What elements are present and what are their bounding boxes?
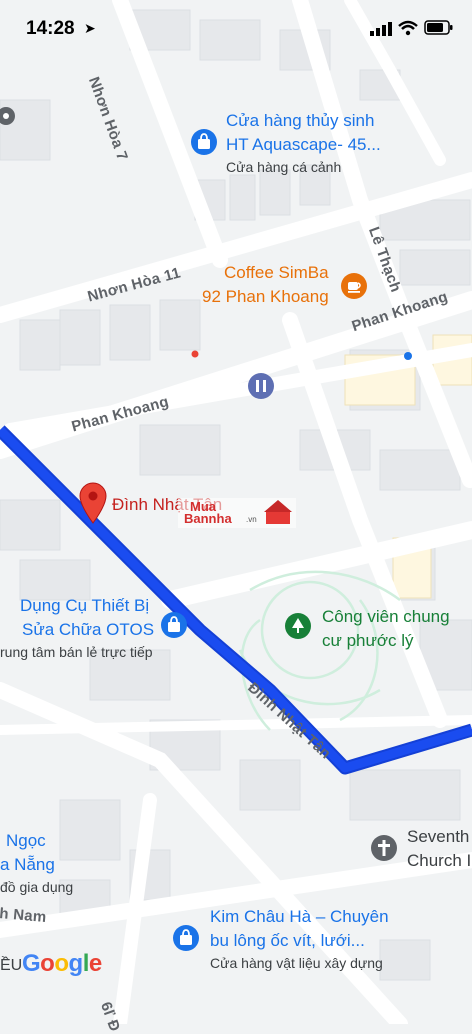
aquascape-category: Cửa hàng cá cảnh [226,159,342,175]
google-logo-letter: G [22,950,41,977]
kimchau-category: Cửa hàng vật liệu xây dựng [210,955,383,971]
kimchau-name-2: bu lông ốc vít, lưới... [210,931,365,950]
otos-name-1: Dụng Cụ Thiết Bị [20,596,150,615]
tree-icon [285,613,311,639]
battery-icon [424,20,454,41]
coffee-name-1: Coffee SimBa [224,263,329,282]
ngoc-name-1: Ngọc [6,831,46,850]
aquascape-name-1: Cửa hàng thủy sinh [226,111,375,130]
otos-poi[interactable]: Dụng Cụ Thiết Bị Sửa Chữa OTOS rung tâm … [0,596,195,661]
church-name-1: Seventh [407,827,470,846]
google-logo-letter: e [88,950,102,977]
google-logo-letter: o [40,950,55,977]
map-brand-prefix: ỀU [0,957,23,974]
location-arrow-icon: ➤ [84,20,96,36]
coffee-poi[interactable]: Coffee SimBa 92 Phan Khoang [202,263,372,316]
aquascape-name-2: HT Aquascape- 45... [226,135,381,154]
google-logo-letter: g [68,950,84,977]
ngoc-poi[interactable]: Ngọc a Nẵng đồ gia dụng [0,831,100,898]
kimchau-name-1: Kim Châu Hà – Chuyên [210,907,389,926]
ngoc-category: đồ gia dụng [0,879,74,895]
shopping-bag-icon [173,925,199,951]
gear-icon[interactable] [0,105,20,132]
aquascape-poi[interactable]: Cửa hàng thủy sinh HT Aquascape- 45... C… [190,111,460,182]
status-bar: 14:28 ➤ [0,0,472,58]
otos-category: rung tâm bán lẻ trực tiếp [0,644,153,660]
otos-name-2: Sửa Chữa OTOS [22,620,155,639]
coffee-name-2: 92 Phan Khoang [202,287,329,306]
google-logo-letter: o [54,950,69,977]
coffee-cup-icon [341,273,367,299]
watermark-logo: Mua Bannha .vn [178,498,296,528]
kimchau-poi[interactable]: Kim Châu Hà – Chuyên bu lông ốc vít, lướ… [172,907,472,974]
house-icon [264,500,292,524]
park-name-1: Công viên chung [322,607,450,626]
shopping-bag-icon [161,612,187,638]
restroom-icon[interactable] [247,372,275,400]
cross-icon [371,835,397,861]
shopping-bag-icon [191,129,217,155]
church-name-2: Church I [407,851,472,870]
ngoc-name-2: a Nẵng [0,855,55,874]
watermark-line2: Bannha [184,511,232,526]
park-name-2: cư phước lý [322,631,414,650]
wifi-icon [398,20,418,41]
google-logo: Google [22,950,102,978]
clock: 14:28 [26,18,75,39]
location-pin-icon[interactable] [78,482,108,524]
signal-icon [370,22,392,41]
church-poi[interactable]: Seventh Church I [370,826,472,876]
park-poi[interactable]: Công viên chung cư phước lý [284,606,464,658]
watermark-suffix: .vn [246,515,257,524]
